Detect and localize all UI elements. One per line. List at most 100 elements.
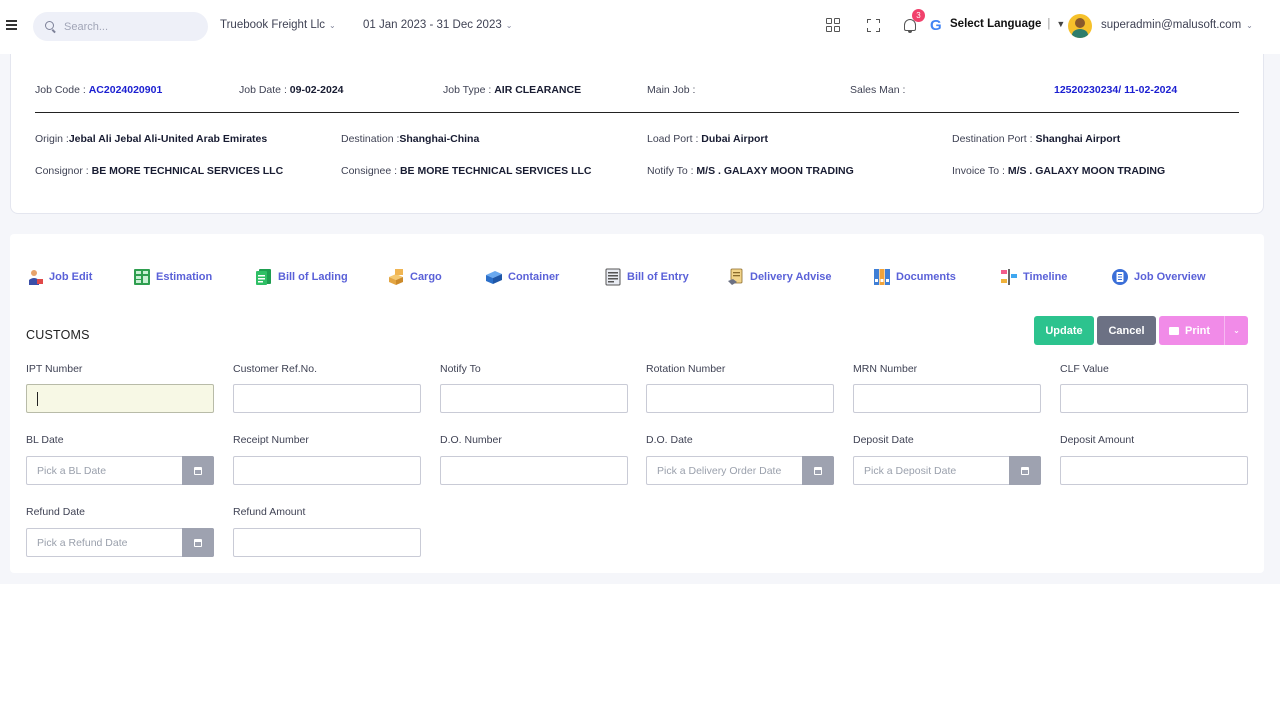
form-icon: [604, 268, 622, 286]
invoice-to-label: Invoice To :: [952, 165, 1005, 177]
tab-label: Documents: [896, 271, 956, 283]
refund-amount-label: Refund Amount: [233, 506, 306, 518]
chevron-down-icon: ⌄: [505, 20, 513, 30]
user-menu[interactable]: superadmin@malusoft.com ⌄: [1101, 19, 1253, 31]
chevron-down-icon: ⌄: [329, 20, 336, 30]
job-date-value: 09-02-2024: [289, 84, 344, 96]
load-port-label: Load Port :: [647, 133, 699, 145]
tab-estimation[interactable]: Estimation: [133, 268, 212, 286]
reference-value: 12520230234/ 11-02-2024: [1054, 84, 1178, 96]
avatar[interactable]: [1068, 14, 1092, 38]
print-dropdown-toggle[interactable]: ⌄: [1224, 316, 1248, 345]
tab-timeline[interactable]: Timeline: [1000, 268, 1067, 286]
notify-to-field-label: Notify To: [440, 363, 481, 375]
destination-port: Destination Port : Shanghai Airport: [952, 133, 1120, 145]
destination-label: Destination :: [341, 133, 400, 145]
do-number-label: D.O. Number: [440, 434, 502, 446]
language-select[interactable]: Select Language | ▼: [950, 18, 1065, 30]
bl-date-placeholder: Pick a BL Date: [37, 464, 107, 477]
do-date-label: D.O. Date: [646, 434, 693, 446]
calendar-button[interactable]: [1009, 456, 1041, 485]
period-select[interactable]: 01 Jan 2023 - 31 Dec 2023 ⌄: [363, 19, 512, 31]
container-icon: [485, 268, 503, 286]
mrn-number-label: MRN Number: [853, 363, 918, 375]
do-number-input[interactable]: [440, 456, 628, 485]
job-type: Job Type : AIR CLEARANCE: [443, 84, 581, 96]
ipt-number-label: IPT Number: [26, 363, 83, 375]
tab-documents[interactable]: Documents: [873, 268, 956, 286]
text-caret: [37, 391, 38, 406]
cancel-button[interactable]: Cancel: [1097, 316, 1156, 345]
refund-date-placeholder: Pick a Refund Date: [37, 536, 128, 549]
job-type-value: AIR CLEARANCE: [494, 84, 582, 96]
worker-icon: [26, 268, 44, 286]
divider: [35, 112, 1239, 113]
calendar-button[interactable]: [182, 456, 214, 485]
tab-label: Job Overview: [1134, 271, 1206, 283]
deposit-amount-input[interactable]: [1060, 456, 1248, 485]
print-button[interactable]: Print ⌄: [1159, 316, 1248, 345]
ipt-number-input[interactable]: [26, 384, 214, 413]
reference-link[interactable]: 12520230234/ 11-02-2024: [1054, 84, 1177, 96]
notify-to: Notify To : M/S . GALAXY MOON TRADING: [647, 165, 854, 177]
calendar-button[interactable]: [802, 456, 834, 485]
consignor: Consignor : BE MORE TECHNICAL SERVICES L…: [35, 165, 283, 177]
tab-bill-of-entry[interactable]: Bill of Entry: [604, 268, 689, 286]
document-icon: [255, 268, 273, 286]
company-label: Truebook Freight Llc: [220, 19, 326, 31]
deposit-date-input[interactable]: Pick a Deposit Date: [853, 456, 1041, 485]
timeline-icon: [1000, 268, 1018, 286]
search-icon: [45, 21, 56, 32]
menu-icon[interactable]: [6, 18, 18, 32]
consignor-label: Consignor :: [35, 165, 89, 177]
bl-date-input[interactable]: Pick a BL Date: [26, 456, 214, 485]
receipt-number-input[interactable]: [233, 456, 421, 485]
invoice-to-value: M/S . GALAXY MOON TRADING: [1007, 165, 1166, 177]
tab-job-overview[interactable]: Job Overview: [1111, 268, 1206, 286]
google-icon: G: [930, 17, 942, 34]
refund-date-label: Refund Date: [26, 506, 85, 518]
print-label: Print: [1185, 324, 1211, 337]
rotation-number-input[interactable]: [646, 384, 834, 413]
caret-down-icon: ▼: [1056, 19, 1066, 29]
consignee-label: Consignee :: [341, 165, 398, 177]
destination-value: Shanghai-China: [399, 133, 480, 145]
tab-cargo[interactable]: Cargo: [387, 268, 442, 286]
calendar-icon: [814, 466, 822, 475]
tab-bill-of-lading[interactable]: Bill of Lading: [255, 268, 348, 286]
apps-grid-icon[interactable]: [824, 16, 842, 34]
bl-date-label: BL Date: [26, 434, 64, 446]
delivery-icon: [727, 268, 745, 286]
language-label: Select Language: [950, 18, 1042, 30]
search-input[interactable]: Search...: [33, 12, 208, 41]
clf-value-label: CLF Value: [1060, 363, 1109, 375]
tab-label: Cargo: [410, 271, 442, 283]
refund-date-input[interactable]: Pick a Refund Date: [26, 528, 214, 557]
tab-container[interactable]: Container: [485, 268, 559, 286]
main-job-label: Main Job :: [647, 84, 696, 96]
update-button[interactable]: Update: [1034, 316, 1094, 345]
printer-icon: [1169, 326, 1179, 335]
receipt-number-label: Receipt Number: [233, 434, 309, 446]
tab-label: Delivery Advise: [750, 271, 832, 283]
search-placeholder: Search...: [64, 20, 109, 33]
tab-delivery-advise[interactable]: Delivery Advise: [727, 268, 832, 286]
fullscreen-icon[interactable]: [864, 16, 882, 34]
sales-man: Sales Man :: [850, 84, 905, 96]
tab-label: Container: [508, 271, 560, 283]
mrn-number-input[interactable]: [853, 384, 1041, 413]
destination: Destination :Shanghai-China: [341, 133, 479, 145]
do-date-input[interactable]: Pick a Delivery Order Date: [646, 456, 834, 485]
notify-to-label: Notify To :: [647, 165, 694, 177]
clf-value-input[interactable]: [1060, 384, 1248, 413]
notify-to-input[interactable]: [440, 384, 628, 413]
binders-icon: [873, 268, 891, 286]
chevron-down-icon: ⌄: [1233, 326, 1240, 335]
main-job: Main Job :: [647, 84, 695, 96]
calendar-button[interactable]: [182, 528, 214, 557]
tab-label: Job Edit: [49, 271, 93, 283]
customer-ref-input[interactable]: [233, 384, 421, 413]
refund-amount-input[interactable]: [233, 528, 421, 557]
company-select[interactable]: Truebook Freight Llc ⌄: [220, 19, 336, 31]
tab-job-edit[interactable]: Job Edit: [26, 268, 92, 286]
